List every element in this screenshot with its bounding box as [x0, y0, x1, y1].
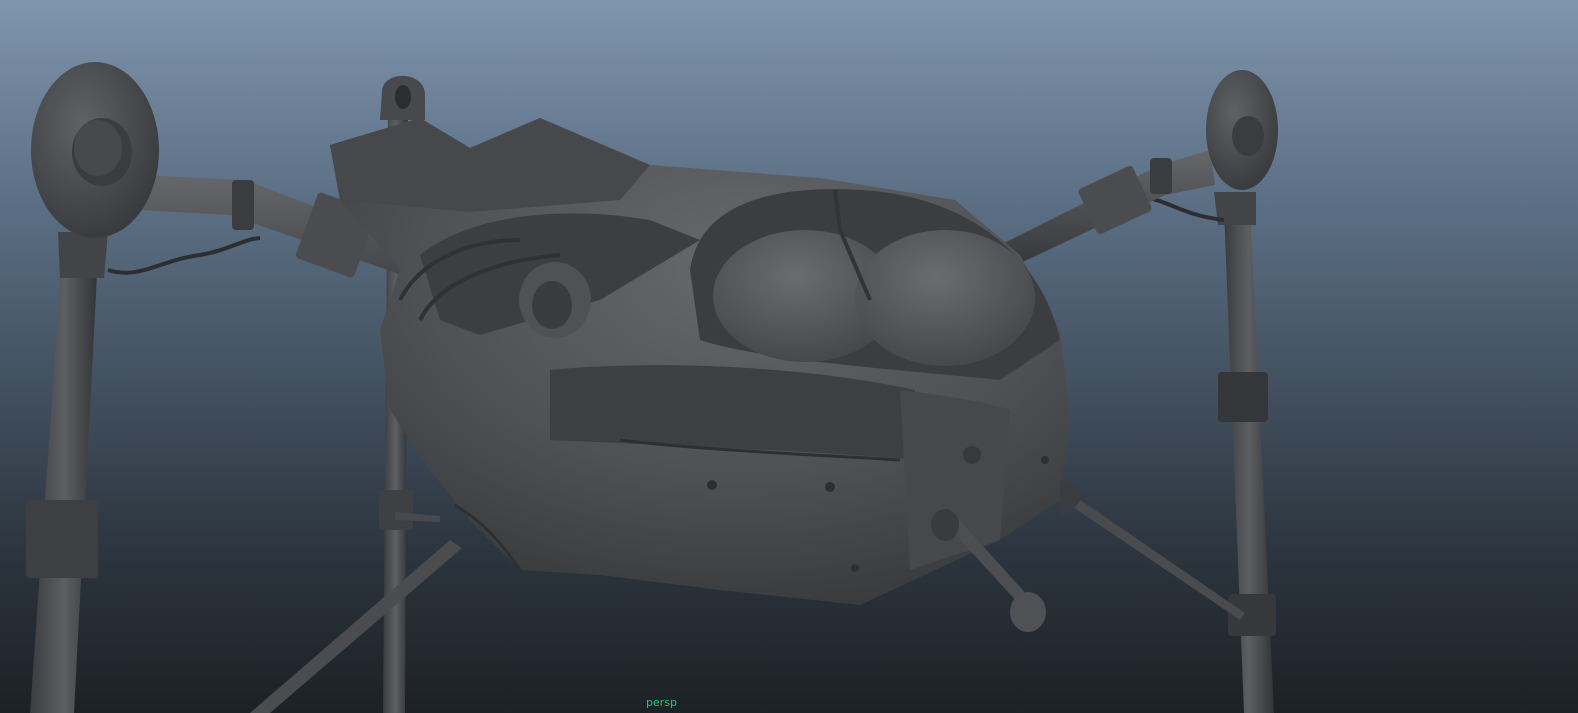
- arm-hub: [519, 262, 591, 338]
- front-right-leg: [1137, 192, 1276, 713]
- scene-canvas[interactable]: [0, 0, 1578, 713]
- camera-name-label: persp: [646, 696, 677, 709]
- right-horn: [1206, 70, 1278, 190]
- maya-3d-viewport[interactable]: persp: [0, 0, 1578, 713]
- front-left-leg: [26, 232, 261, 713]
- left-horn: [31, 62, 159, 238]
